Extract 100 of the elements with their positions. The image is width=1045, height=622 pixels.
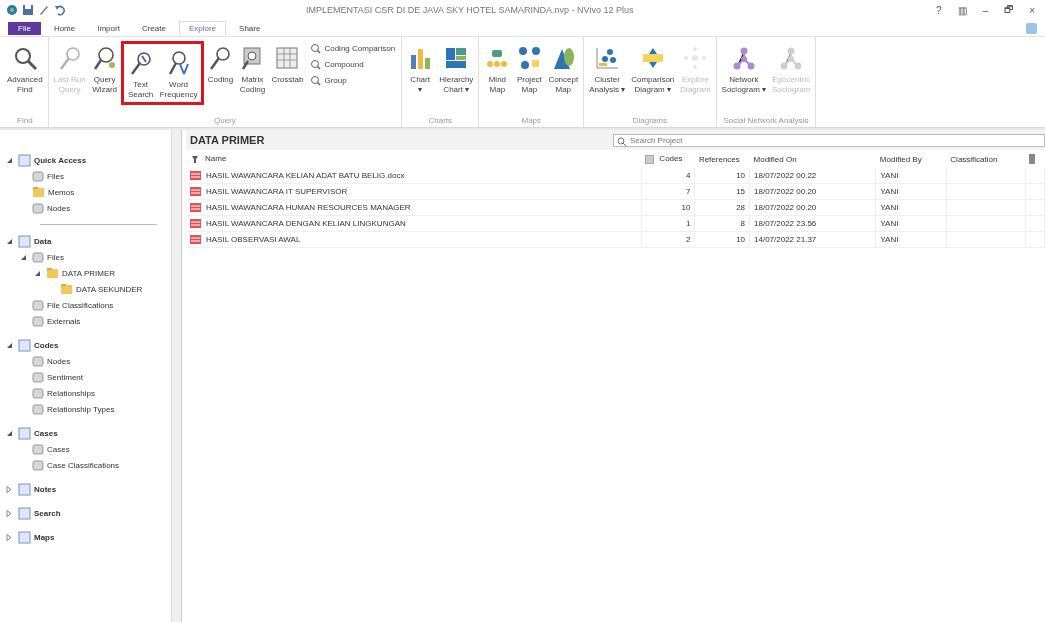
column-header[interactable]: References <box>694 150 750 168</box>
navigation-item[interactable]: Quick Access <box>34 155 87 165</box>
item-icon <box>32 459 44 471</box>
item-icon <box>32 387 44 399</box>
ribbon-button[interactable]: Cluster Analysis ▾ <box>586 39 629 97</box>
ribbon-tab[interactable]: Home <box>44 21 85 35</box>
table-row[interactable]: HASIL WAWANCARA IT SUPERVISOR 7 15 18/07/2022 00.20 YANI <box>186 183 1045 200</box>
navigation-item[interactable]: File Classifications <box>47 300 114 310</box>
navigation-item[interactable]: Relationship Types <box>47 404 115 414</box>
table-row[interactable]: HASIL WAWANCARA KELIAN ADAT BATU BELIG.docx 4 10 18/07/2022 00.22 YANI <box>186 168 1045 184</box>
table-cell: 1 <box>685 219 691 228</box>
ribbon-button[interactable]: Chart ▾ <box>404 39 437 97</box>
help-button[interactable]: ? <box>932 1 946 19</box>
table-row[interactable]: HASIL WAWANCARA HUMAN RESOURCES MANAGER 10 28 18/07/2022 00.20 YANI <box>186 199 1045 216</box>
collapsed-arrow-icon[interactable] <box>6 533 13 541</box>
expanded-arrow-icon[interactable] <box>6 429 13 437</box>
search-field[interactable]: Search Project <box>613 133 1045 147</box>
ribbon-button[interactable]: Compound <box>310 58 396 71</box>
undo-icon <box>54 4 66 16</box>
group-label: Social Network Analysis <box>722 116 810 127</box>
scrollbar[interactable] <box>171 130 181 622</box>
expanded-arrow-icon[interactable] <box>6 156 13 164</box>
navigation-item[interactable]: Memos <box>48 187 75 197</box>
navigation-item[interactable]: Externals <box>47 316 81 326</box>
ribbon-button[interactable]: Word Frequency <box>156 44 201 102</box>
item-icon <box>32 315 44 327</box>
navigation-item[interactable]: DATA SEKUNDER <box>76 284 143 294</box>
table-cell: YANI <box>880 235 899 244</box>
table-cell: HASIL OBSERVASI AWAL <box>206 234 301 244</box>
ribbon-display-button[interactable]: ▥ <box>953 1 971 19</box>
ribbon-tab[interactable]: Create <box>132 21 175 35</box>
ribbon-button[interactable]: Coding <box>204 39 237 87</box>
item-icon <box>32 371 44 383</box>
square-icon <box>18 426 31 440</box>
restore-button[interactable]: 🗗 <box>1000 1 1018 19</box>
view-title: DATA PRIMER <box>189 134 265 146</box>
column-header[interactable]: Modified On <box>749 150 876 168</box>
ribbon-tab[interactable]: Import <box>88 21 129 35</box>
ribbon-tab[interactable]: Share <box>230 21 270 35</box>
ribbon-button[interactable]: Mind Map <box>481 39 514 97</box>
expanded-arrow-icon[interactable] <box>6 341 13 349</box>
navigation-item[interactable]: Nodes <box>47 203 71 213</box>
ribbon-tab[interactable]: Explore <box>178 21 227 35</box>
close-button[interactable]: × <box>1025 1 1039 19</box>
document-icon <box>190 186 201 197</box>
ribbon-button[interactable]: Hierarchy Chart ▾ <box>436 39 477 97</box>
ribbon-button[interactable]: Query Wizard <box>88 39 121 97</box>
ribbon-button[interactable]: Coding Comparison <box>310 42 396 55</box>
table-cell: 10 <box>681 203 691 212</box>
navigation-item[interactable]: Cases <box>47 444 70 454</box>
ribbon-button[interactable]: Advanced Find <box>4 39 46 97</box>
table-cell: 18/07/2022 00.22 <box>754 171 817 180</box>
ribbon-button[interactable]: Project Map <box>513 39 546 97</box>
group-label: Charts <box>427 116 454 127</box>
scatter-icon <box>594 45 621 71</box>
window-title: IMPLEMENTASI CSR DI DE JAVA SKY HOTEL SAMARINDA.nvp - NVivo 12 Plus <box>306 5 635 15</box>
square-icon <box>18 234 31 248</box>
ribbon-button[interactable]: Matrix Coding <box>236 39 269 97</box>
expanded-arrow-icon[interactable] <box>20 253 27 261</box>
ribbon-button[interactable]: Group <box>310 74 396 87</box>
table-cell: 8 <box>740 219 746 228</box>
navigation-item[interactable]: Notes <box>34 484 57 494</box>
navigation-item[interactable]: Case Classifications <box>47 460 120 470</box>
ribbon-button[interactable]: Text Search <box>124 44 157 102</box>
navigation-item[interactable]: Sentiment <box>47 372 84 382</box>
table-icon <box>274 45 301 71</box>
navigation-item[interactable]: Maps <box>34 532 55 542</box>
column-header[interactable]: Classification <box>946 150 1026 168</box>
ribbon-button[interactable]: Crosstab <box>268 39 307 87</box>
ribbon-button[interactable]: Comparison Diagram ▾ <box>628 39 678 97</box>
navigation-item[interactable]: Files <box>47 171 64 181</box>
collapsed-arrow-icon[interactable] <box>6 485 13 493</box>
collapsed-arrow-icon[interactable] <box>6 509 13 517</box>
column-header[interactable]: Name <box>186 150 642 168</box>
navigation-item[interactable]: Files <box>47 252 64 262</box>
ribbon-button[interactable]: Network Sociogram ▾ <box>718 39 770 97</box>
table-cell: 15 <box>736 187 746 196</box>
table-row[interactable]: HASIL OBSERVASI AWAL 2 10 14/07/2022 21.37 YANI <box>186 231 1045 248</box>
navigation-item[interactable]: DATA PRIMER <box>62 268 116 278</box>
navigation-item[interactable]: Nodes <box>47 356 71 366</box>
column-header[interactable]: Codes <box>641 150 695 168</box>
minimize-button[interactable]: – <box>978 1 993 19</box>
navigation-item[interactable]: Cases <box>34 428 58 438</box>
expanded-arrow-icon[interactable] <box>6 237 13 245</box>
table-cell: HASIL WAWANCARA KELIAN ADAT BATU BELIG.docx <box>206 170 405 180</box>
magnifier-icon <box>310 43 322 54</box>
navigation-item[interactable]: Codes <box>34 340 59 350</box>
expanded-arrow-icon[interactable] <box>34 269 41 277</box>
table-row[interactable]: HASIL WAWANCARA DENGAN KELIAN LINGKUNGAN 1 8 18/07/2022 23.56 YANI <box>186 215 1045 232</box>
navigation-item[interactable]: Data <box>34 236 52 246</box>
navigation-item[interactable]: Search <box>34 508 61 518</box>
column-header[interactable]: Modified By <box>875 150 947 168</box>
table-cell: HASIL WAWANCARA DENGAN KELIAN LINGKUNGAN <box>206 218 406 228</box>
file-menu-button[interactable]: File <box>8 21 41 35</box>
item-icon <box>32 170 44 182</box>
ribbon-button[interactable]: Concept Map <box>545 39 582 97</box>
navigation-item[interactable]: Relationships <box>47 388 96 398</box>
table-cell: 7 <box>685 187 691 196</box>
folder-icon <box>32 186 45 198</box>
square-icon <box>18 506 31 520</box>
